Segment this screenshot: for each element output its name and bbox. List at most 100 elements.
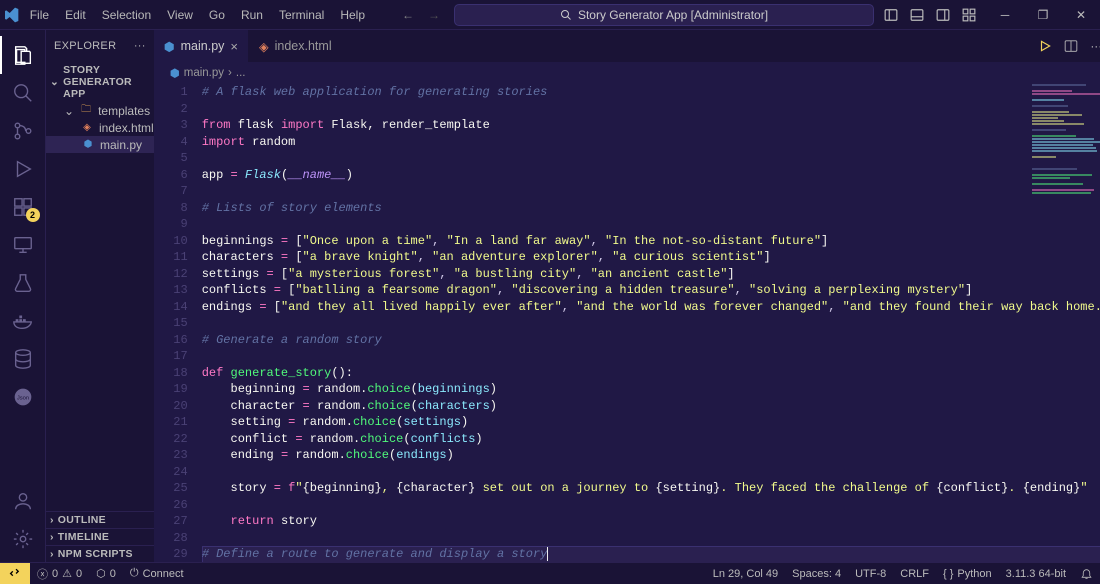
activity-explorer-icon[interactable] bbox=[0, 36, 46, 74]
activity-docker-icon[interactable] bbox=[0, 302, 46, 340]
tab-close-icon[interactable]: × bbox=[230, 39, 238, 54]
toggle-panel-icon[interactable] bbox=[910, 8, 924, 22]
sidebar-outline[interactable]: › OUTLINE bbox=[46, 511, 154, 528]
status-connect[interactable]: ⏻Connect bbox=[123, 563, 191, 584]
status-ports[interactable]: ⬡0 bbox=[89, 563, 123, 584]
window-controls: ─ ❐ ✕ bbox=[986, 0, 1100, 30]
tab-index-html[interactable]: ◈ index.html bbox=[249, 30, 343, 62]
activity-source-control-icon[interactable] bbox=[0, 112, 46, 150]
status-eol[interactable]: CRLF bbox=[893, 563, 936, 584]
menu-run[interactable]: Run bbox=[234, 4, 270, 26]
minimize-button[interactable]: ─ bbox=[986, 0, 1024, 30]
nav-forward-icon[interactable]: → bbox=[428, 8, 440, 22]
command-center-search[interactable]: Story Generator App [Administrator] bbox=[454, 4, 874, 26]
status-indentation[interactable]: Spaces: 4 bbox=[785, 563, 848, 584]
vscode-app-icon bbox=[0, 7, 23, 23]
html-file-icon: ◈ bbox=[259, 39, 269, 54]
nav-back-icon[interactable]: ← bbox=[402, 8, 414, 22]
breadcrumb-sep: › bbox=[228, 67, 232, 79]
chevron-down-icon: ⌄ bbox=[64, 104, 74, 118]
search-icon bbox=[560, 9, 572, 21]
toggle-primary-sidebar-icon[interactable] bbox=[884, 8, 898, 22]
tab-index-html-label: index.html bbox=[275, 39, 332, 53]
menu-edit[interactable]: Edit bbox=[58, 4, 93, 26]
status-remote-icon[interactable] bbox=[0, 563, 30, 584]
activity-json-icon[interactable]: Json bbox=[0, 378, 46, 416]
folder-root-label: STORY GENERATOR APP bbox=[63, 64, 150, 100]
activity-bar: 2 Json bbox=[0, 30, 46, 562]
close-button[interactable]: ✕ bbox=[1062, 0, 1100, 30]
status-bar: ⓧ0 ⚠0 ⬡0 ⏻Connect Ln 29, Col 49 Spaces: … bbox=[0, 562, 1100, 584]
split-editor-icon[interactable] bbox=[1064, 39, 1078, 53]
main-menu: File Edit Selection View Go Run Terminal… bbox=[23, 4, 372, 26]
tab-main-py-label: main.py bbox=[181, 39, 225, 53]
menu-file[interactable]: File bbox=[23, 4, 56, 26]
activity-database-icon[interactable] bbox=[0, 340, 46, 378]
sidebar-title: Explorer bbox=[54, 40, 116, 52]
folder-root[interactable]: ⌄ STORY GENERATOR APP bbox=[46, 62, 154, 102]
status-language[interactable]: { }Python bbox=[936, 563, 999, 584]
activity-settings-icon[interactable] bbox=[0, 520, 46, 558]
menu-help[interactable]: Help bbox=[333, 4, 372, 26]
error-icon: ⓧ bbox=[37, 566, 48, 582]
status-notifications-icon[interactable] bbox=[1073, 563, 1100, 584]
minimap[interactable] bbox=[1032, 84, 1100, 204]
status-encoding[interactable]: UTF-8 bbox=[848, 563, 893, 584]
breadcrumb-more: ... bbox=[236, 67, 246, 79]
sidebar-npm-scripts[interactable]: › NPM SCRIPTS bbox=[46, 545, 154, 562]
activity-testing-icon[interactable] bbox=[0, 264, 46, 302]
activity-remote-explorer-icon[interactable] bbox=[0, 226, 46, 264]
menu-selection[interactable]: Selection bbox=[95, 4, 158, 26]
braces-icon: { } bbox=[943, 568, 953, 580]
file-main-py-label: main.py bbox=[100, 138, 142, 152]
folder-templates[interactable]: ⌄ 🗀 templates bbox=[46, 102, 154, 119]
file-index-html[interactable]: ◈ index.html bbox=[46, 119, 154, 136]
svg-text:Json: Json bbox=[16, 396, 28, 402]
sidebar-more-icon[interactable]: ··· bbox=[134, 40, 146, 52]
toggle-secondary-sidebar-icon[interactable] bbox=[936, 8, 950, 22]
chevron-down-icon: ⌄ bbox=[50, 76, 59, 88]
activity-search-icon[interactable] bbox=[0, 74, 46, 112]
maximize-button[interactable]: ❐ bbox=[1024, 0, 1062, 30]
radio-icon: ⬡ bbox=[96, 567, 106, 580]
customize-layout-icon[interactable] bbox=[962, 8, 976, 22]
run-file-icon[interactable] bbox=[1038, 39, 1052, 53]
plug-icon: ⏻ bbox=[130, 567, 139, 580]
menu-go[interactable]: Go bbox=[202, 4, 232, 26]
chevron-right-icon: › bbox=[50, 514, 54, 526]
menu-terminal[interactable]: Terminal bbox=[272, 4, 331, 26]
folder-icon: 🗀 bbox=[79, 104, 93, 118]
chevron-right-icon: › bbox=[50, 548, 54, 560]
editor-area: ⬢ main.py × ◈ index.html ··· ⬢ main.py bbox=[154, 30, 1100, 562]
status-problems[interactable]: ⓧ0 ⚠0 bbox=[30, 563, 89, 584]
file-main-py[interactable]: ⬢ main.py bbox=[46, 136, 154, 153]
editor-tabs: ⬢ main.py × ◈ index.html ··· bbox=[154, 30, 1100, 62]
status-interpreter[interactable]: 3.11.3 64-bit bbox=[999, 563, 1073, 584]
title-bar: File Edit Selection View Go Run Terminal… bbox=[0, 0, 1100, 30]
breadcrumb[interactable]: ⬢ main.py › ... bbox=[154, 62, 1100, 84]
python-file-icon: ⬢ bbox=[81, 138, 95, 152]
sidebar-explorer: Explorer ··· ⌄ STORY GENERATOR APP ⌄ 🗀 t… bbox=[46, 30, 154, 562]
editor-more-icon[interactable]: ··· bbox=[1090, 39, 1100, 53]
chevron-right-icon: › bbox=[50, 531, 54, 543]
tab-main-py[interactable]: ⬢ main.py × bbox=[154, 30, 249, 62]
python-file-icon: ⬢ bbox=[170, 66, 180, 80]
html-file-icon: ◈ bbox=[80, 121, 94, 135]
file-tree: ⌄ 🗀 templates ◈ index.html ⬢ main.py bbox=[46, 102, 154, 511]
warning-icon: ⚠ bbox=[62, 567, 72, 580]
activity-extensions-icon[interactable]: 2 bbox=[0, 188, 46, 226]
nav-arrows: ← → bbox=[402, 8, 440, 22]
menu-view[interactable]: View bbox=[160, 4, 200, 26]
status-cursor-position[interactable]: Ln 29, Col 49 bbox=[706, 563, 785, 584]
activity-accounts-icon[interactable] bbox=[0, 482, 46, 520]
activity-run-debug-icon[interactable] bbox=[0, 150, 46, 188]
editor-body[interactable]: 1234567891011121314151617181920212223242… bbox=[154, 84, 1100, 562]
code-content[interactable]: # A flask web application for generating… bbox=[202, 84, 1100, 562]
breadcrumb-file: main.py bbox=[184, 67, 224, 79]
search-placeholder: Story Generator App [Administrator] bbox=[578, 8, 768, 22]
file-index-html-label: index.html bbox=[99, 121, 154, 135]
layout-controls bbox=[874, 8, 986, 22]
line-numbers: 1234567891011121314151617181920212223242… bbox=[154, 84, 202, 562]
sidebar-timeline[interactable]: › TIMELINE bbox=[46, 528, 154, 545]
extensions-badge: 2 bbox=[26, 208, 40, 222]
